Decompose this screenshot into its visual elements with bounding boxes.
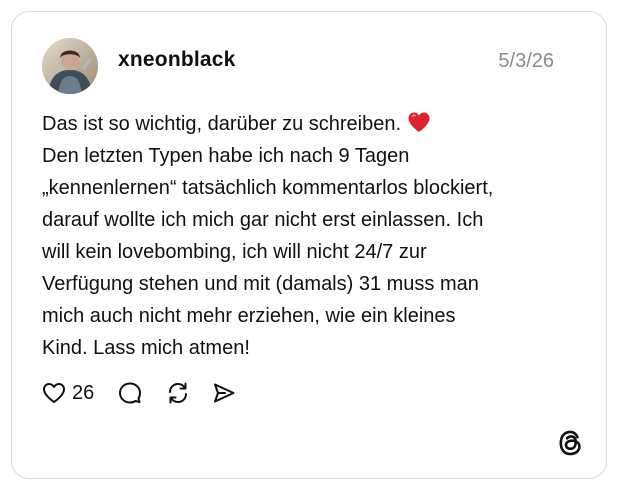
post-text-line-7: mich auch nicht mehr erziehen, wie ein k…	[42, 305, 456, 327]
post-text-line-2: Den letzten Typen habe ich nach 9 Tagen	[42, 145, 410, 167]
share-button[interactable]	[212, 381, 236, 405]
post-text-line: Das ist so wichtig, darüber zu schreiben…	[42, 108, 587, 140]
send-icon	[214, 383, 235, 403]
post-text-line-4: darauf wollte ich mich gar nicht erst ei…	[42, 209, 484, 231]
post-text-line-6: Verfügung stehen und mit (damals) 31 mus…	[42, 273, 479, 295]
post-card: xneonblack 5/3/26 Das ist so wichtig, da…	[11, 11, 607, 479]
heart-outline-icon	[43, 383, 65, 403]
like-button[interactable]: 26	[42, 382, 94, 405]
post-date: 5/3/26	[498, 50, 554, 72]
speech-bubble-icon	[119, 382, 142, 404]
like-count: 26	[72, 381, 95, 404]
post-text-line-5: will kein lovebombing, ich will nicht 24…	[42, 241, 427, 263]
repost-icon	[169, 382, 188, 404]
red-heart-emoji	[408, 112, 430, 132]
reply-button[interactable]	[118, 381, 142, 405]
threads-logo-icon	[559, 430, 581, 456]
post-text: Das ist so wichtig, darüber zu schreiben…	[42, 108, 587, 364]
post-text-line-8: Kind. Lass mich atmen!	[42, 337, 250, 359]
action-bar: 26	[42, 378, 236, 408]
avatar[interactable]	[42, 38, 98, 94]
username[interactable]: xneonblack	[118, 48, 236, 72]
post-text-line-3: „kennenlernen“ tatsächlich kommentarlos …	[42, 177, 494, 199]
post-text-line-1: Das ist so wichtig, darüber zu schreiben…	[42, 113, 402, 135]
threads-logo[interactable]	[557, 429, 585, 457]
repost-button[interactable]	[166, 381, 190, 405]
